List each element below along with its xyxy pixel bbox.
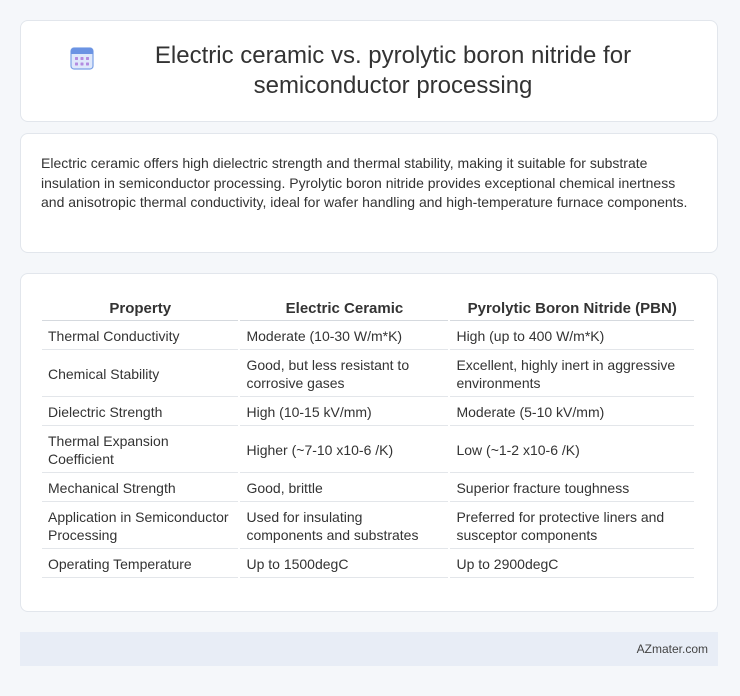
- table-cell: Moderate (5-10 kV/mm): [450, 399, 694, 426]
- table-cell: Moderate (10-30 W/m*K): [240, 323, 449, 350]
- column-header-pbn: Pyrolytic Boron Nitride (PBN): [450, 296, 694, 321]
- page-title: Electric ceramic vs. pyrolytic boron nit…: [154, 42, 632, 99]
- table-cell: Thermal Expansion Coefficient: [42, 428, 239, 473]
- table-cell: Chemical Stability: [42, 352, 239, 397]
- table-cell: Good, brittle: [240, 475, 449, 502]
- table-cell: Up to 2900degC: [450, 551, 694, 578]
- table-cell: Thermal Conductivity: [42, 323, 239, 350]
- footer: AZmater.com: [20, 632, 718, 666]
- comparison-table: Property Electric Ceramic Pyrolytic Boro…: [40, 294, 696, 580]
- table-cell: Higher (~7-10 x10-6 /K): [240, 428, 449, 473]
- table-row: Thermal Conductivity Moderate (10-30 W/m…: [42, 323, 694, 350]
- table-row: Application in Semiconductor Processing …: [42, 504, 694, 549]
- title-wrap: Electric ceramic vs. pyrolytic boron nit…: [69, 41, 669, 101]
- table-cell: Excellent, highly inert in aggressive en…: [450, 352, 694, 397]
- column-header-property: Property: [42, 296, 239, 321]
- table-cell: Mechanical Strength: [42, 475, 239, 502]
- table-row: Thermal Expansion Coefficient Higher (~7…: [42, 428, 694, 473]
- table-cell: High (10-15 kV/mm): [240, 399, 449, 426]
- table-cell: Superior fracture toughness: [450, 475, 694, 502]
- table-cell: Low (~1-2 x10-6 /K): [450, 428, 694, 473]
- table-cell: Dielectric Strength: [42, 399, 239, 426]
- summary-card: Electric ceramic offers high dielectric …: [20, 133, 718, 253]
- table-cell: Preferred for protective liners and susc…: [450, 504, 694, 549]
- summary-text: Electric ceramic offers high dielectric …: [41, 155, 688, 210]
- table-cell: Good, but less resistant to corrosive ga…: [240, 352, 449, 397]
- footer-site-link[interactable]: AZmater.com: [637, 642, 708, 656]
- table-cell: Up to 1500degC: [240, 551, 449, 578]
- table-cell: Application in Semiconductor Processing: [42, 504, 239, 549]
- table-row: Chemical Stability Good, but less resist…: [42, 352, 694, 397]
- table-row: Mechanical Strength Good, brittle Superi…: [42, 475, 694, 502]
- table-card: Property Electric Ceramic Pyrolytic Boro…: [20, 273, 718, 612]
- column-header-electric-ceramic: Electric Ceramic: [240, 296, 449, 321]
- title-card: Electric ceramic vs. pyrolytic boron nit…: [20, 20, 718, 122]
- table-row: Dielectric Strength High (10-15 kV/mm) M…: [42, 399, 694, 426]
- calendar-icon: [70, 47, 94, 70]
- table-cell: Operating Temperature: [42, 551, 239, 578]
- table-cell: Used for insulating components and subst…: [240, 504, 449, 549]
- table-cell: High (up to 400 W/m*K): [450, 323, 694, 350]
- table-row: Operating Temperature Up to 1500degC Up …: [42, 551, 694, 578]
- table-header-row: Property Electric Ceramic Pyrolytic Boro…: [42, 296, 694, 321]
